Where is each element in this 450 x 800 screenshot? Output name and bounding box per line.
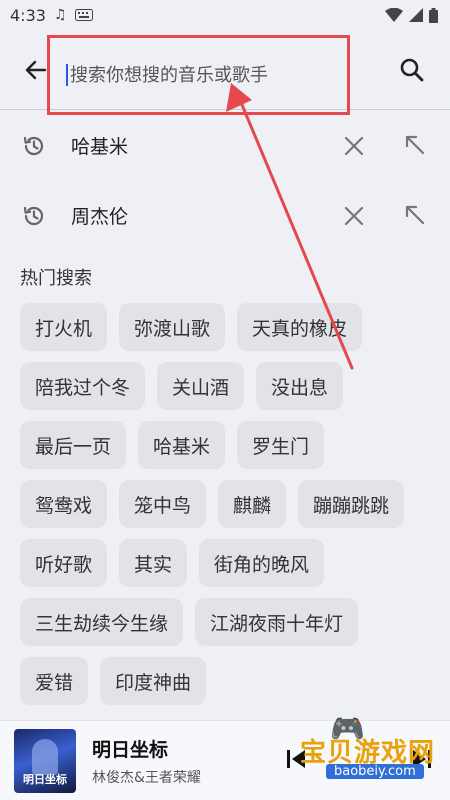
history-item-label: 周杰伦 (71, 205, 129, 228)
hot-tag-row: 陪我过个冬 关山酒 没出息 (20, 362, 432, 410)
hot-search-tag[interactable]: 罗生门 (237, 421, 325, 469)
status-bar: 4:33 ♫ (0, 0, 450, 30)
hot-search-tag[interactable]: 爱错 (20, 657, 89, 705)
hot-search-tag[interactable]: 陪我过个冬 (20, 362, 146, 410)
hot-search-tag[interactable]: 没出息 (256, 362, 344, 410)
history-list: 哈基米 周杰伦 (0, 110, 450, 250)
search-input-highlight (47, 35, 350, 115)
hot-search-tag[interactable]: 鸳鸯戏 (20, 480, 108, 528)
hot-search-tag[interactable]: 笼中鸟 (119, 480, 207, 528)
hot-search-tag[interactable]: 江湖夜雨十年灯 (195, 598, 359, 646)
hot-search-tag[interactable]: 哈基米 (138, 421, 226, 469)
search-button[interactable] (396, 54, 428, 86)
music-note-icon: ♫ (53, 7, 67, 23)
site-watermark: 🎮 宝贝游戏网 baobeiy.com (300, 712, 445, 784)
hot-tag-row: 鸳鸯戏 笼中鸟 麒麟 蹦蹦跳跳 (20, 480, 432, 528)
battery-icon (429, 7, 438, 23)
hot-search-tag[interactable]: 印度神曲 (100, 657, 207, 705)
wifi-icon (385, 8, 403, 22)
hot-search-tag[interactable]: 天真的橡皮 (237, 303, 363, 351)
hot-search-tags: 打火机 弥渡山歌 天真的橡皮 陪我过个冬 关山酒 没出息 最后一页 哈基米 罗生门 鸳鸯戏 笼中鸟麒… (20, 303, 432, 716)
hot-tag-row: 听好歌 其实 街角的晚风 (20, 539, 432, 587)
search-icon (400, 58, 424, 82)
hot-search-tag[interactable]: 麒麟 (218, 480, 287, 528)
back-arrow-icon (25, 60, 47, 80)
cover-figure (32, 739, 58, 775)
watermark-url: baobeiy.com (326, 764, 424, 779)
search-input[interactable] (70, 64, 320, 86)
history-item-label: 哈基米 (71, 135, 129, 158)
delete-history-icon[interactable] (343, 135, 365, 157)
hot-search-tag[interactable]: 听好歌 (20, 539, 108, 587)
hot-search-tag[interactable]: 三生劫续今生缘 (20, 598, 184, 646)
hot-search-tag[interactable]: 最后一页 (20, 421, 127, 469)
hot-search-tag[interactable]: 其实 (119, 539, 188, 587)
hot-search-tag[interactable]: 蹦蹦跳跳 (298, 480, 405, 528)
delete-history-icon[interactable] (343, 205, 365, 227)
album-cover[interactable]: 明日坐标 (14, 729, 76, 793)
hot-search-tag[interactable]: 关山酒 (157, 362, 245, 410)
fill-search-arrow-icon[interactable] (403, 133, 427, 157)
keyboard-icon (74, 9, 93, 21)
text-caret (66, 64, 68, 86)
history-item[interactable]: 周杰伦 (0, 180, 450, 250)
hot-tag-row: 打火机 弥渡山歌 天真的橡皮 (20, 303, 432, 351)
hot-search-tag[interactable]: 街角的晚风 (199, 539, 325, 587)
back-button[interactable] (22, 56, 50, 84)
history-clock-icon (23, 206, 44, 226)
hot-tag-row: 最后一页 哈基米 罗生门 (20, 421, 432, 469)
search-bar (0, 30, 450, 115)
hot-tag-row: 三生劫续今生缘 江湖夜雨十年灯 (20, 598, 432, 646)
hot-search-title: 热门搜索 (20, 268, 92, 289)
song-title: 明日坐标 (92, 739, 169, 761)
history-item[interactable]: 哈基米 (0, 110, 450, 180)
hot-search-tag[interactable]: 弥渡山歌 (119, 303, 226, 351)
history-clock-icon (23, 136, 44, 156)
cover-title: 明日坐标 (23, 773, 67, 786)
status-time: 4:33 (10, 5, 46, 25)
signal-icon (409, 8, 423, 22)
hot-search-tag[interactable]: 打火机 (20, 303, 108, 351)
fill-search-arrow-icon[interactable] (403, 203, 427, 227)
song-artist: 林俊杰&王者荣耀 (92, 770, 201, 786)
hot-tag-row: 爱错 印度神曲 (20, 657, 432, 705)
